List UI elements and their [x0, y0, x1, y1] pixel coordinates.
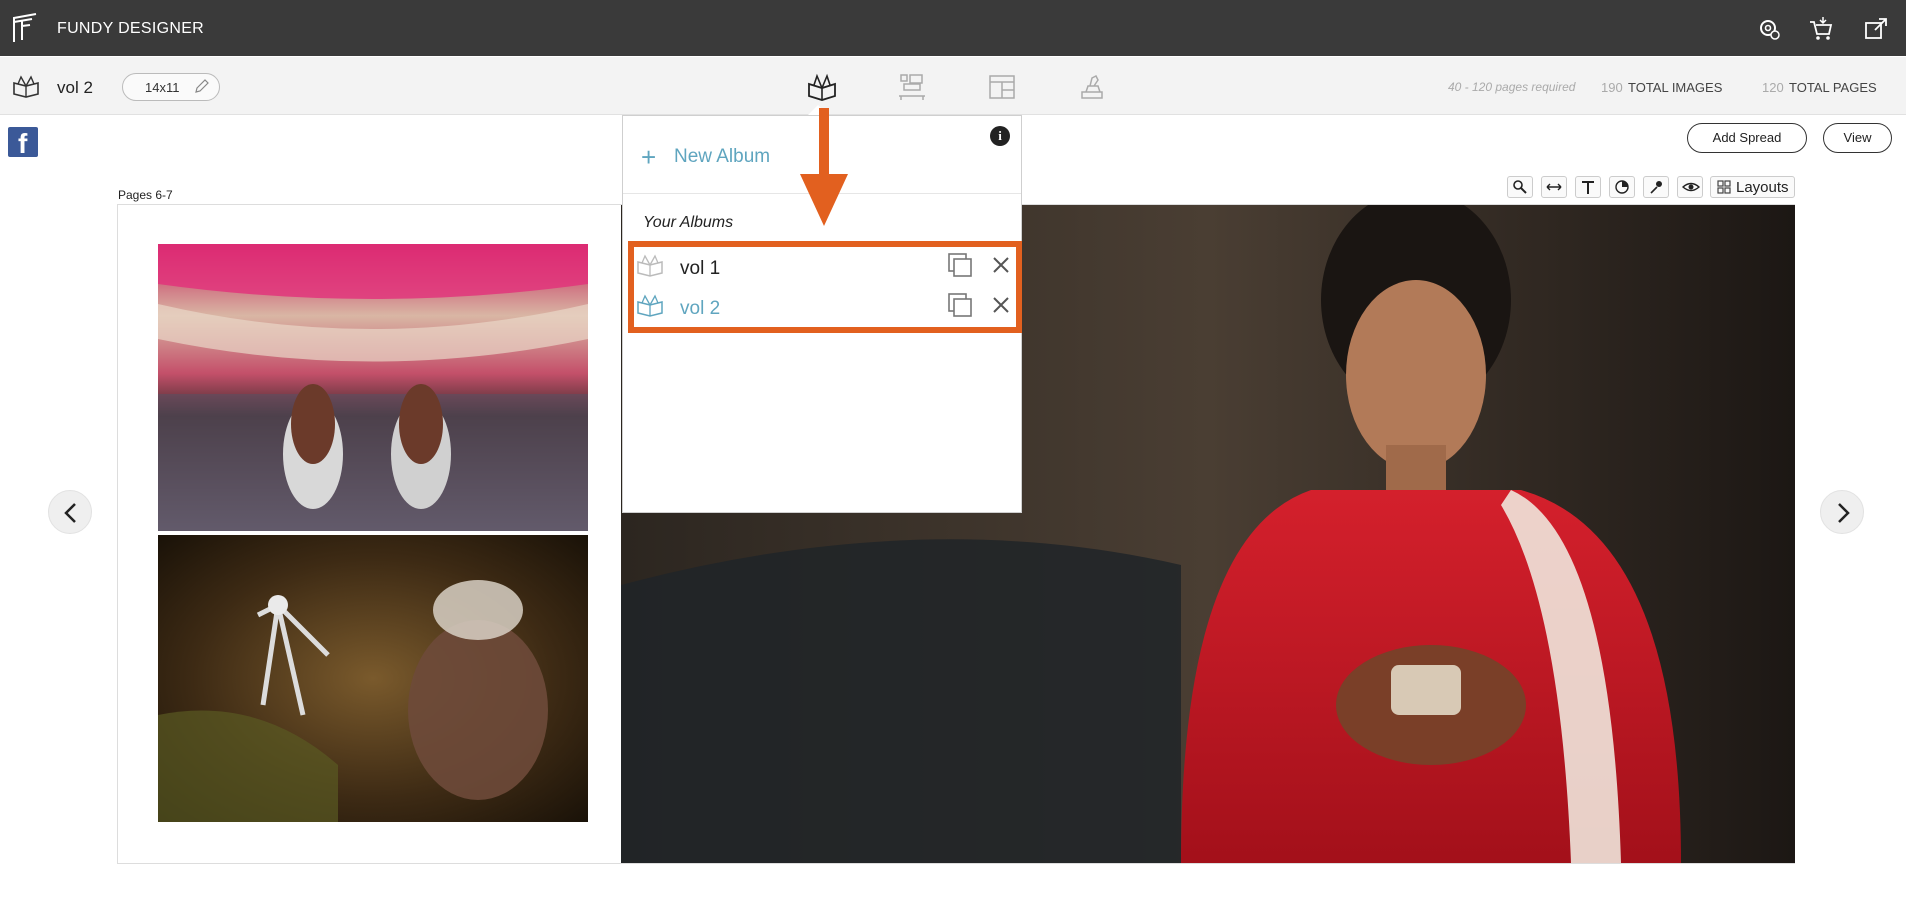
color-wheel-icon: [1615, 180, 1629, 194]
card-design-icon[interactable]: [986, 72, 1018, 102]
new-album-button[interactable]: New Album: [674, 146, 770, 168]
fundy-logo-icon: [13, 13, 37, 42]
eye-icon: [1682, 182, 1700, 192]
album-title: vol 2: [57, 78, 93, 97]
previous-spread-button[interactable]: [48, 490, 92, 534]
magnifier-icon: [1513, 180, 1527, 194]
view-button[interactable]: View: [1823, 123, 1892, 153]
fit-width-tool-button[interactable]: [1541, 176, 1567, 198]
your-albums-heading: Your Albums: [643, 214, 734, 231]
color-tool-button[interactable]: [1609, 176, 1635, 198]
app-name: FUNDY DESIGNER: [57, 20, 205, 37]
external-link-icon[interactable]: [1863, 16, 1889, 42]
next-spread-button[interactable]: [1820, 490, 1864, 534]
wall-display-icon[interactable]: [896, 72, 928, 102]
jewelry-photo-image: [158, 535, 588, 822]
eyedropper-icon: [1650, 181, 1662, 194]
total-pages-label: TOTAL PAGES: [1789, 80, 1877, 95]
zoom-tool-button[interactable]: [1507, 176, 1533, 198]
total-images-count: 190: [1601, 80, 1623, 95]
layouts-button[interactable]: Layouts: [1710, 176, 1795, 198]
facebook-icon[interactable]: f: [8, 127, 38, 159]
jewelry-photo[interactable]: [158, 535, 588, 822]
info-icon[interactable]: i: [990, 126, 1010, 146]
album-mode-icon[interactable]: [806, 72, 838, 102]
album-size-label: 14x11: [145, 80, 180, 95]
preview-tool-button[interactable]: [1677, 176, 1703, 198]
total-images-label: TOTAL IMAGES: [1628, 80, 1723, 95]
total-pages-count: 120: [1762, 80, 1784, 95]
chevron-right-icon: [1838, 503, 1850, 523]
chevron-left-icon: [64, 503, 76, 523]
text-icon: [1582, 181, 1594, 194]
horizontal-arrows-icon: [1546, 183, 1562, 191]
pencil-icon: [195, 79, 209, 93]
spread-pages-label: Pages 6-7: [118, 188, 173, 202]
shoes-photo[interactable]: [158, 244, 588, 531]
pages-required-text: 40 - 120 pages required: [1448, 80, 1576, 94]
annotation-arrow-icon: [800, 108, 848, 226]
plus-icon[interactable]: +: [641, 142, 656, 173]
grid-icon: [1717, 180, 1731, 194]
albums-highlight-box: [628, 241, 1022, 333]
blog-post-icon[interactable]: [1076, 72, 1108, 102]
layouts-label: Layouts: [1736, 179, 1789, 196]
album-size-button[interactable]: 14x11: [122, 73, 220, 101]
cart-download-icon[interactable]: [1808, 16, 1834, 42]
picker-tool-button[interactable]: [1643, 176, 1669, 198]
shoes-photo-image: [158, 244, 588, 531]
album-icon: [13, 75, 39, 98]
add-spread-button[interactable]: Add Spread: [1687, 123, 1807, 153]
settings-icon[interactable]: [1756, 16, 1782, 42]
text-tool-button[interactable]: [1575, 176, 1601, 198]
top-bar: [0, 0, 1906, 56]
